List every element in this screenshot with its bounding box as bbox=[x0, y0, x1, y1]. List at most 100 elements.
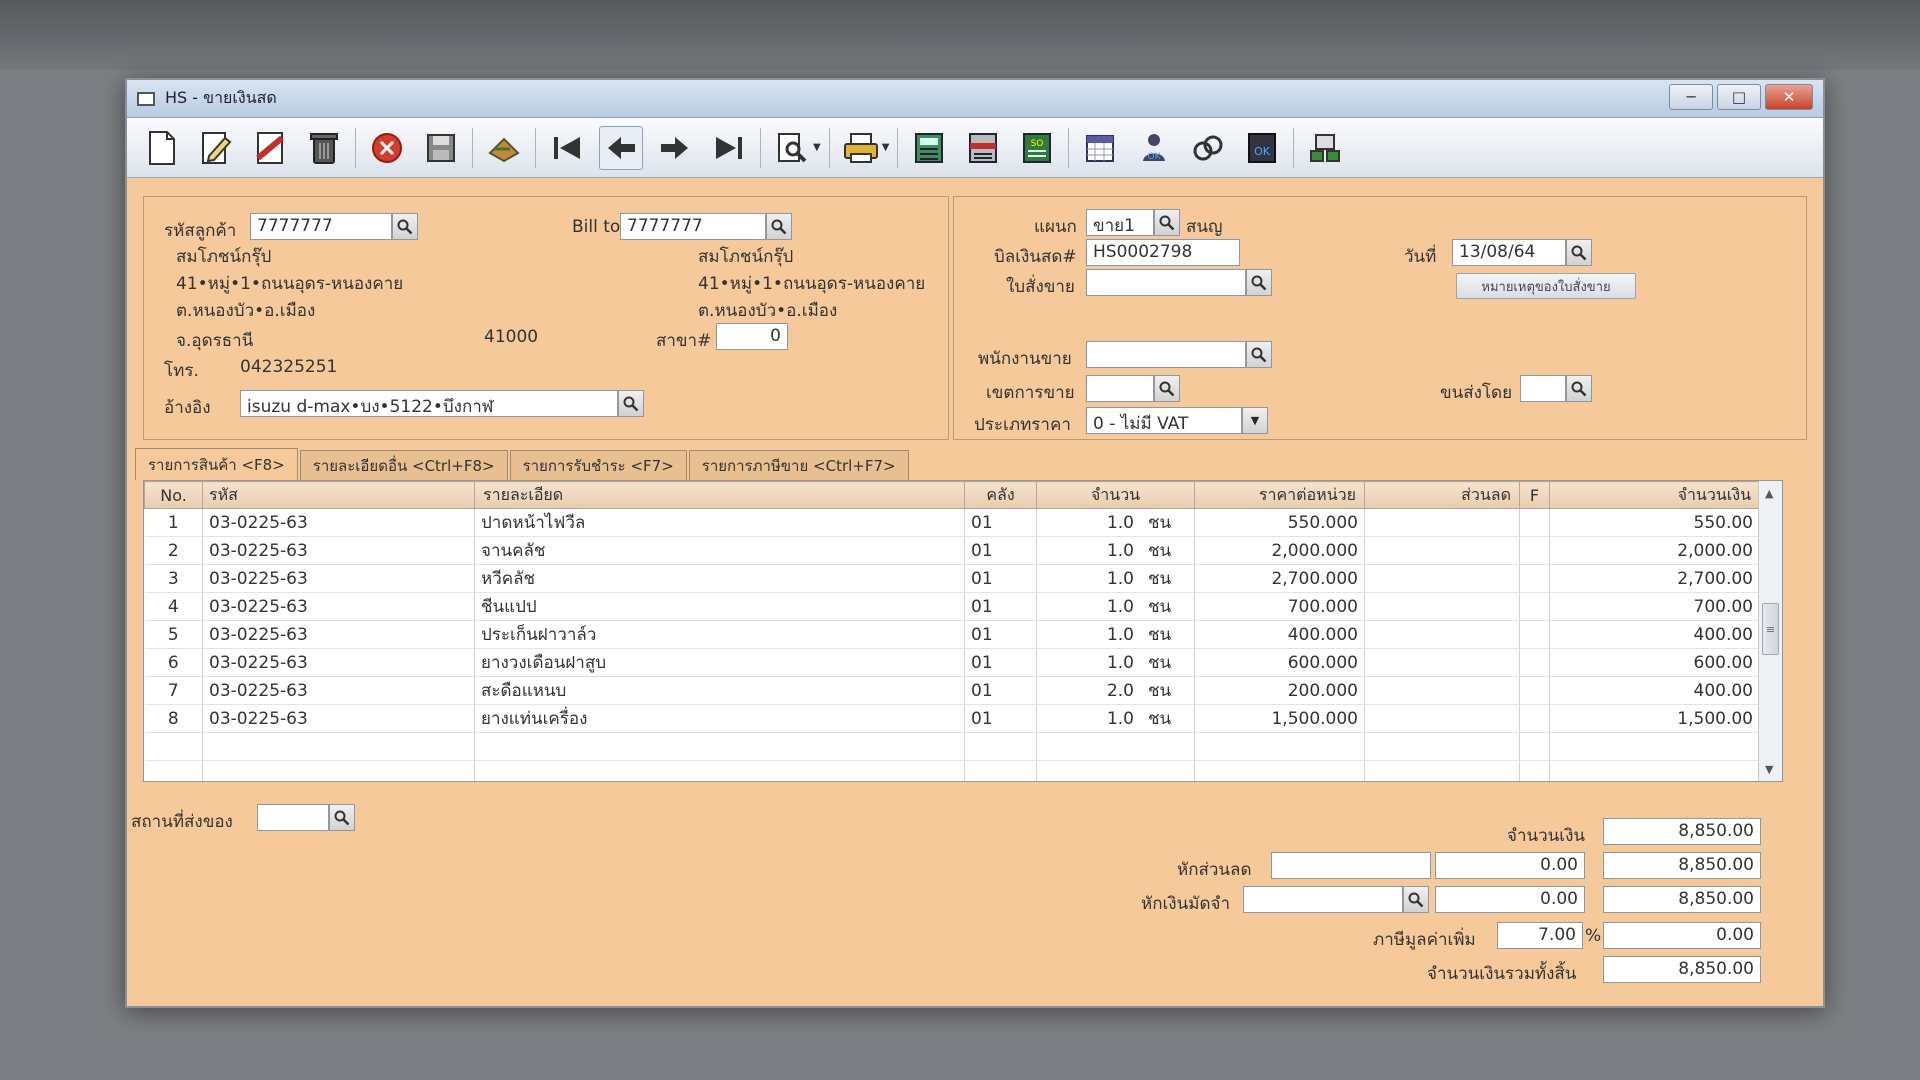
calculator-icon[interactable] bbox=[907, 126, 951, 170]
chevron-down-icon[interactable]: ▼ bbox=[813, 142, 821, 153]
tools-icon[interactable] bbox=[482, 126, 526, 170]
scroll-down-icon[interactable]: ▼ bbox=[1765, 763, 1773, 776]
cancel-document-icon[interactable] bbox=[248, 126, 292, 170]
close-window-button[interactable]: ✕ bbox=[1765, 84, 1813, 110]
bill-to-input[interactable]: 7777777 bbox=[620, 213, 766, 240]
ship-by-input[interactable] bbox=[1520, 375, 1566, 402]
report-icon[interactable] bbox=[961, 126, 1005, 170]
sales-order-search-button[interactable] bbox=[1246, 269, 1272, 296]
customer-address-2: ต.หนองบัว•อ.เมือง bbox=[176, 301, 316, 321]
price-type-dropdown-button[interactable]: ▼ bbox=[1242, 407, 1268, 434]
table-row[interactable]: 8 03-0225-63 ยางแท่นเครื่อง 01 1.0 ชน 1,500.00… bbox=[144, 704, 1760, 733]
link-icon[interactable] bbox=[1186, 126, 1230, 170]
date-input[interactable]: 13/08/64 bbox=[1452, 239, 1566, 266]
tab-other-details[interactable]: รายละเอียดอื่น <Ctrl+F8> bbox=[299, 450, 508, 480]
search-icon bbox=[1251, 347, 1267, 362]
next-record-icon[interactable] bbox=[653, 126, 697, 170]
column-header[interactable]: จำนวน bbox=[1036, 481, 1195, 509]
table-scrollbar[interactable]: ▲ ≡ ▼ bbox=[1758, 481, 1782, 781]
cancel-circle-icon[interactable] bbox=[365, 126, 409, 170]
order-note-button[interactable]: หมายเหตุของใบสั่งขาย bbox=[1456, 273, 1636, 299]
deposit-value-input[interactable]: 0.00 bbox=[1435, 886, 1585, 913]
printer-icon[interactable] bbox=[839, 126, 883, 170]
cell-code: 03-0225-63 bbox=[202, 592, 475, 621]
ship-by-search-button[interactable] bbox=[1566, 375, 1592, 402]
network-settings-icon[interactable] bbox=[1303, 126, 1347, 170]
tab-sales-tax[interactable]: รายการภาษีขาย <Ctrl+F7> bbox=[688, 450, 909, 480]
minimize-button[interactable]: ─ bbox=[1669, 84, 1713, 110]
customer-code-input[interactable]: 7777777 bbox=[250, 213, 392, 240]
deposit-search-button[interactable] bbox=[1403, 886, 1429, 913]
date-picker-button[interactable] bbox=[1566, 239, 1592, 266]
table-row[interactable]: 5 03-0225-63 ประเก็นฝาวาล์ว 01 1.0 ชน 400.000 4… bbox=[144, 620, 1760, 649]
column-header[interactable]: F bbox=[1519, 481, 1550, 509]
approve-document-icon[interactable]: OK bbox=[1240, 126, 1284, 170]
salesman-input[interactable] bbox=[1086, 341, 1246, 368]
customer-search-button[interactable] bbox=[392, 213, 418, 240]
stock-report-icon[interactable]: SO bbox=[1015, 126, 1059, 170]
calendar-icon[interactable] bbox=[1078, 126, 1122, 170]
column-header[interactable]: รายละเอียด bbox=[474, 481, 965, 509]
branch-input[interactable]: 0 bbox=[716, 323, 788, 350]
empty-cell bbox=[1036, 732, 1195, 761]
column-header[interactable]: ราคาต่อหน่วย bbox=[1194, 481, 1365, 509]
discount-value-input[interactable]: 0.00 bbox=[1435, 852, 1585, 879]
bill-to-search-button[interactable] bbox=[766, 213, 792, 240]
reference-input[interactable]: isuzu d-max•บง•5122•บึงกาฬ bbox=[240, 390, 618, 417]
discount-text-input[interactable] bbox=[1271, 852, 1431, 879]
chevron-down-icon[interactable]: ▼ bbox=[882, 142, 890, 153]
cell-wh: 01 bbox=[964, 508, 1037, 537]
column-header[interactable]: No. bbox=[144, 481, 203, 509]
reference-search-button[interactable] bbox=[618, 390, 644, 417]
vat-rate-input[interactable]: 7.00 bbox=[1497, 922, 1583, 949]
save-icon[interactable] bbox=[419, 126, 463, 170]
column-header[interactable]: รหัส bbox=[202, 481, 475, 509]
table-row[interactable]: 7 03-0225-63 สะดือแหนบ 01 2.0 ชน 200.000 400.00 bbox=[144, 676, 1760, 705]
table-row[interactable]: 3 03-0225-63 หวีคลัช 01 1.0 ชน 2,700.000 2,700.… bbox=[144, 564, 1760, 593]
column-header[interactable]: คลัง bbox=[964, 481, 1037, 509]
toolbar: ▼ ▼ SO OK OK bbox=[127, 118, 1823, 178]
column-header[interactable]: จำนวนเงิน bbox=[1549, 481, 1760, 509]
sales-order-input[interactable] bbox=[1086, 269, 1246, 296]
previous-record-icon[interactable] bbox=[599, 125, 643, 170]
title-bar: HS - ขายเงินสด ─ □ ✕ bbox=[127, 80, 1823, 118]
ship-place-search-button[interactable] bbox=[329, 804, 355, 831]
customer-address-1: 41•หมู่•1•ถนนอุดร-หนองคาย bbox=[176, 274, 404, 294]
cell-f bbox=[1519, 592, 1550, 621]
approve-person-icon[interactable]: OK bbox=[1132, 126, 1176, 170]
empty-row[interactable] bbox=[144, 732, 1760, 761]
ship-place-input[interactable] bbox=[257, 804, 329, 831]
table-row[interactable]: 4 03-0225-63 ชีนแปป 01 1.0 ชน 700.000 700.00 bbox=[144, 592, 1760, 621]
sales-area-input[interactable] bbox=[1086, 375, 1154, 402]
grand-total-label: จำนวนเงินรวมทั้งสิ้น bbox=[1427, 964, 1577, 984]
customer-phone: 042325251 bbox=[240, 357, 338, 377]
price-type-select[interactable]: 0 - ไม่มี VAT bbox=[1086, 407, 1242, 434]
cell-code: 03-0225-63 bbox=[202, 536, 475, 565]
salesman-search-button[interactable] bbox=[1246, 341, 1272, 368]
deposit-text-input[interactable] bbox=[1243, 886, 1403, 913]
bill-number-input[interactable]: HS0002798 bbox=[1086, 239, 1240, 266]
column-header[interactable]: ส่วนลด bbox=[1364, 481, 1520, 509]
tab-items[interactable]: รายการสินค้า <F8> bbox=[135, 448, 298, 480]
first-record-icon[interactable] bbox=[545, 126, 589, 170]
department-search-button[interactable] bbox=[1154, 209, 1180, 236]
search-document-icon[interactable] bbox=[770, 126, 814, 170]
table-row[interactable]: 2 03-0225-63 จานคลัช 01 1.0 ชน 2,000.000 2,000.… bbox=[144, 536, 1760, 565]
table-row[interactable]: 1 03-0225-63 ปาดหน้าไฟวีล 01 1.0 ชน 550.000 550… bbox=[144, 508, 1760, 537]
maximize-button[interactable]: □ bbox=[1717, 84, 1761, 110]
table-row[interactable]: 6 03-0225-63 ยางวงเดือนฝาสูบ 01 1.0 ชน 600.000… bbox=[144, 648, 1760, 677]
cell-wh: 01 bbox=[964, 648, 1037, 677]
cell-disc bbox=[1364, 564, 1520, 593]
sales-area-search-button[interactable] bbox=[1154, 375, 1180, 402]
scroll-thumb[interactable]: ≡ bbox=[1762, 603, 1779, 655]
department-input[interactable]: ขาย1 bbox=[1086, 209, 1154, 236]
cell-price: 600.000 bbox=[1194, 648, 1365, 677]
edit-document-icon[interactable] bbox=[194, 126, 238, 170]
new-document-icon[interactable] bbox=[140, 126, 184, 170]
trash-icon[interactable] bbox=[302, 126, 346, 170]
search-icon bbox=[397, 219, 413, 234]
tab-payments[interactable]: รายการรับชำระ <F7> bbox=[509, 450, 687, 480]
scroll-up-icon[interactable]: ▲ bbox=[1765, 487, 1773, 500]
empty-row[interactable] bbox=[144, 760, 1760, 781]
last-record-icon[interactable] bbox=[707, 126, 751, 170]
